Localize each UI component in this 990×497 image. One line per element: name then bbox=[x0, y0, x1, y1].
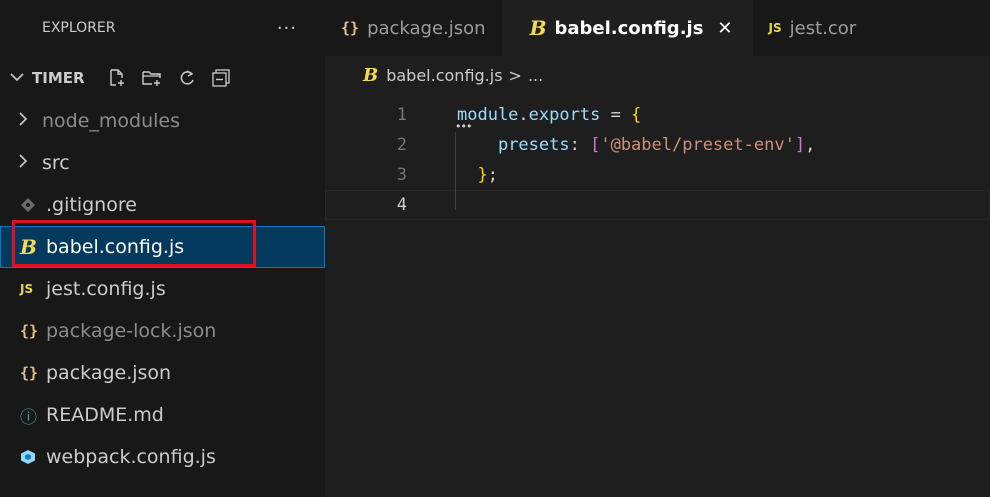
tree-item-label: src bbox=[42, 152, 70, 174]
tree-item-src[interactable]: src bbox=[0, 142, 325, 184]
tree-item-label: .gitignore bbox=[46, 194, 137, 216]
line-number: 4 bbox=[396, 195, 407, 215]
code-line: 2 presets: ['@babel/preset-env'], bbox=[325, 130, 990, 160]
tree-item-label: package-lock.json bbox=[46, 320, 217, 342]
collapse-all-icon[interactable] bbox=[211, 68, 231, 88]
json-braces-icon: {} bbox=[20, 364, 39, 382]
tree-item-label: node_modules bbox=[42, 110, 181, 132]
js-icon: JS bbox=[20, 282, 34, 296]
code-token: = bbox=[600, 105, 632, 125]
new-folder-icon[interactable] bbox=[141, 68, 163, 88]
workspace-folder-name: TIMER bbox=[32, 69, 85, 87]
code-token: ; bbox=[487, 165, 498, 185]
tree-item-jest-config[interactable]: JS jest.config.js bbox=[0, 268, 325, 310]
tree-item-gitignore[interactable]: .gitignore bbox=[0, 184, 325, 226]
json-braces-icon: {} bbox=[341, 19, 360, 37]
breadcrumb-rest[interactable]: ... bbox=[528, 66, 543, 85]
more-actions-icon[interactable]: ··· bbox=[277, 18, 297, 39]
git-diamond-icon bbox=[20, 197, 46, 213]
code-token: '@babel/preset-env' bbox=[600, 135, 795, 155]
breadcrumb-separator: > bbox=[508, 65, 522, 85]
tree-item-label: package.json bbox=[46, 362, 172, 384]
chevron-right-icon bbox=[18, 154, 42, 172]
code-line: 3 }; bbox=[325, 160, 990, 190]
tree-item-babel-config[interactable]: B babel.config.js bbox=[0, 226, 325, 268]
tab-babel-config[interactable]: B babel.config.js ✕ bbox=[501, 0, 753, 56]
editor-tab-bar: {} package.json B babel.config.js ✕ JS j… bbox=[325, 0, 990, 56]
tree-item-label: jest.config.js bbox=[46, 278, 166, 300]
explorer-title: EXPLORER bbox=[42, 20, 116, 36]
tree-item-label: README.md bbox=[46, 404, 164, 426]
tree-item-node-modules[interactable]: node_modules bbox=[0, 100, 325, 142]
code-token: { bbox=[631, 105, 642, 125]
close-icon[interactable]: ✕ bbox=[717, 18, 732, 39]
code-token: , bbox=[805, 135, 816, 155]
explorer-sidebar: EXPLORER ··· TIMER node_modules src .git… bbox=[0, 0, 325, 497]
breadcrumb: B babel.config.js > ... bbox=[325, 56, 990, 94]
code-token: [ bbox=[590, 135, 601, 155]
code-editor[interactable]: 1 module.exports = { 2 presets: ['@babel… bbox=[325, 100, 990, 497]
tab-label: babel.config.js bbox=[554, 17, 704, 39]
info-icon: ⓘ bbox=[20, 407, 37, 428]
tree-item-webpack-config[interactable]: webpack.config.js bbox=[0, 436, 325, 478]
babel-icon: B bbox=[20, 235, 37, 259]
tab-label: package.json bbox=[367, 17, 486, 39]
code-token: } bbox=[477, 165, 488, 185]
tree-item-label: babel.config.js bbox=[46, 236, 185, 258]
code-token: ] bbox=[794, 135, 806, 155]
breadcrumb-file[interactable]: babel.config.js bbox=[386, 66, 502, 85]
tree-item-package-lock[interactable]: {} package-lock.json bbox=[0, 310, 325, 352]
tab-package-json[interactable]: {} package.json bbox=[325, 0, 502, 56]
folder-actions bbox=[107, 68, 231, 88]
tree-item-package-json[interactable]: {} package.json bbox=[0, 352, 325, 394]
refresh-icon[interactable] bbox=[177, 68, 197, 88]
tab-jest-config[interactable]: JS jest.cor bbox=[753, 0, 873, 56]
code-text: presets: ['@babel/preset-env'], bbox=[457, 130, 815, 160]
chevron-right-icon bbox=[18, 112, 42, 130]
json-braces-icon: {} bbox=[20, 322, 39, 340]
babel-icon: B bbox=[529, 16, 547, 40]
chevron-down-icon[interactable] bbox=[10, 71, 32, 86]
line-number: 3 bbox=[396, 165, 407, 185]
tree-item-label: webpack.config.js bbox=[46, 446, 216, 468]
tab-label: jest.cor bbox=[789, 17, 857, 39]
explorer-header: EXPLORER ··· bbox=[0, 0, 325, 56]
new-file-icon[interactable] bbox=[107, 68, 127, 88]
webpack-cube-icon bbox=[20, 449, 46, 465]
code-line: 1 module.exports = { bbox=[325, 100, 990, 130]
code-text: module.exports = { bbox=[457, 100, 641, 130]
code-token: presets bbox=[497, 135, 570, 155]
code-text: }; bbox=[457, 160, 498, 190]
indent-guide bbox=[455, 132, 456, 210]
line-number: 1 bbox=[396, 105, 407, 125]
tree-item-readme[interactable]: ⓘ README.md bbox=[0, 394, 325, 436]
js-icon: JS bbox=[768, 21, 782, 35]
code-token: . bbox=[518, 105, 529, 125]
line-number: 2 bbox=[396, 135, 407, 155]
suggestion-dots-icon: ••• bbox=[455, 120, 472, 133]
code-line-current: 4 bbox=[325, 190, 990, 220]
code-token: : bbox=[569, 135, 591, 155]
babel-icon: B bbox=[363, 64, 379, 86]
workspace-folder-header[interactable]: TIMER bbox=[0, 56, 325, 100]
code-token: exports bbox=[528, 105, 601, 125]
